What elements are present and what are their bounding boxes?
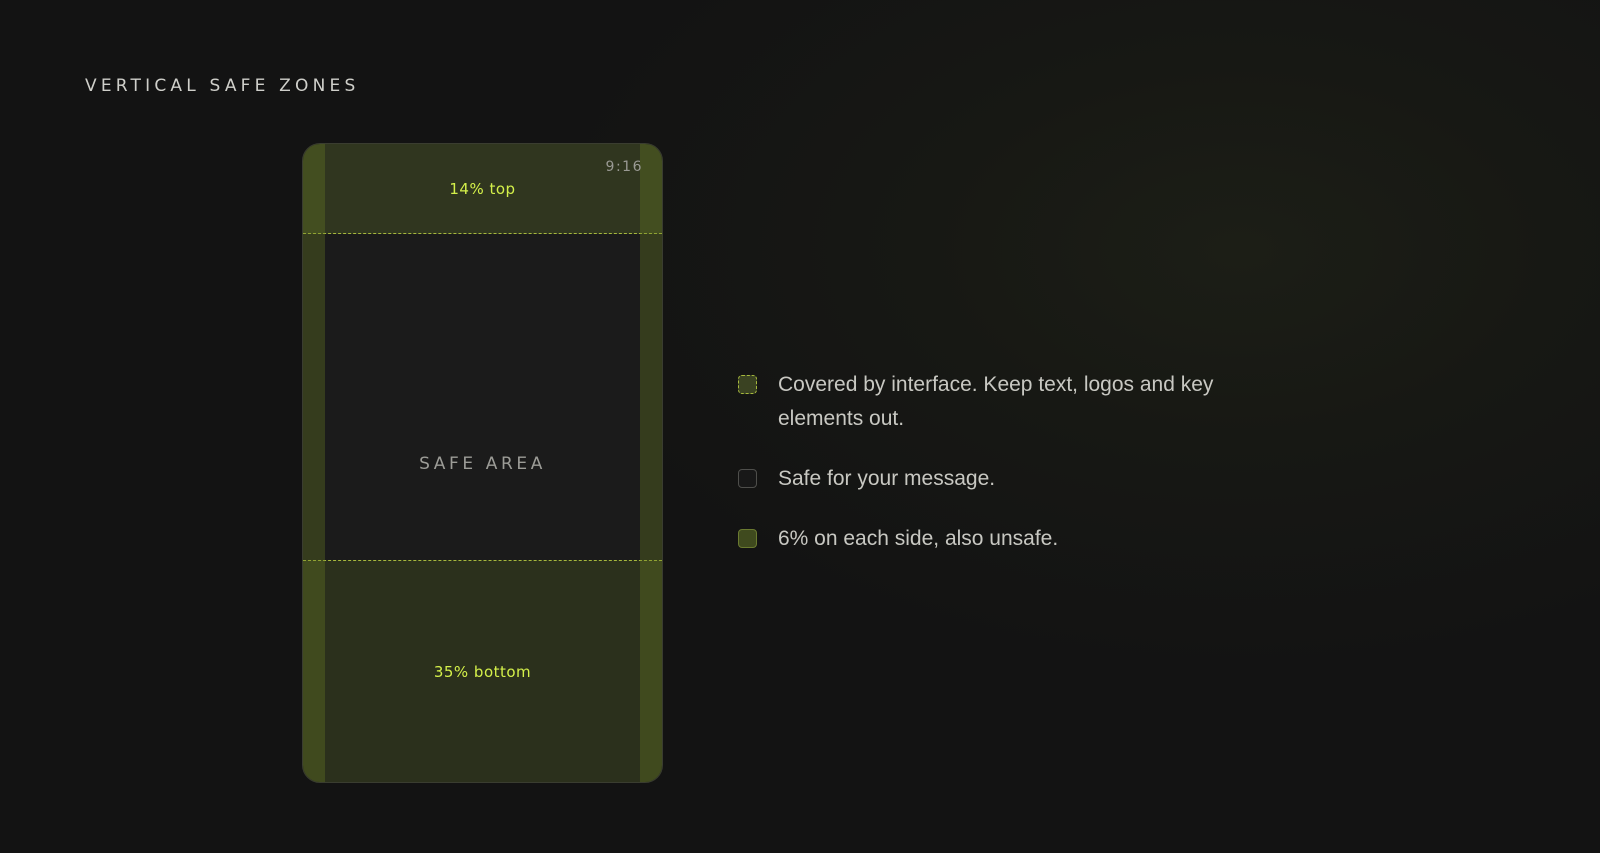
- legend-item-side: 6% on each side, also unsafe.: [738, 522, 1298, 556]
- legend-item-covered: Covered by interface. Keep text, logos a…: [738, 368, 1298, 436]
- safe-swatch-icon: [738, 469, 757, 488]
- covered-swatch-icon: [738, 375, 757, 394]
- side-swatch-icon: [738, 529, 757, 548]
- safe-area-label: SAFE AREA: [419, 454, 546, 474]
- bottom-zone-label: 35% bottom: [433, 663, 532, 681]
- aspect-ratio-label: 9:16: [605, 159, 643, 175]
- top-zone-label: 14% top: [449, 180, 516, 198]
- legend-item-label: Covered by interface. Keep text, logos a…: [778, 373, 1214, 430]
- page-title: VERTICAL SAFE ZONES: [85, 76, 360, 96]
- legend-item-label: 6% on each side, also unsafe.: [778, 527, 1059, 550]
- legend: Covered by interface. Keep text, logos a…: [738, 368, 1298, 582]
- phone-frame: 9:16 14% top SAFE AREA 35% bottom: [302, 143, 663, 783]
- legend-item-label: Safe for your message.: [778, 467, 996, 490]
- legend-item-safe: Safe for your message.: [738, 462, 1298, 496]
